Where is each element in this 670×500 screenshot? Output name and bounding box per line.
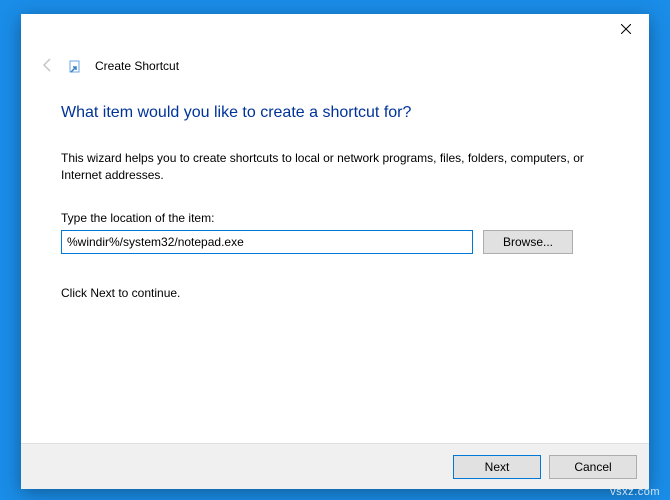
close-button[interactable] — [603, 14, 649, 44]
watermark: vsxz.com — [610, 486, 660, 498]
browse-button[interactable]: Browse... — [483, 230, 573, 254]
close-icon — [621, 24, 631, 34]
back-arrow-icon[interactable] — [39, 56, 57, 77]
breadcrumb: Create Shortcut — [95, 59, 179, 73]
continue-hint: Click Next to continue. — [61, 286, 609, 300]
titlebar — [21, 14, 649, 50]
next-button[interactable]: Next — [453, 455, 541, 479]
header-row: Create Shortcut — [21, 50, 649, 82]
content-area: What item would you like to create a sho… — [21, 82, 649, 443]
location-label: Type the location of the item: — [61, 211, 609, 225]
page-heading: What item would you like to create a sho… — [61, 104, 609, 122]
cancel-button[interactable]: Cancel — [549, 455, 637, 479]
shortcut-wizard-icon — [69, 59, 83, 73]
location-row: Browse... — [61, 230, 609, 254]
dialog-footer: Next Cancel — [21, 443, 649, 489]
description-text: This wizard helps you to create shortcut… — [61, 150, 609, 185]
create-shortcut-dialog: Create Shortcut What item would you like… — [21, 14, 649, 489]
location-input[interactable] — [61, 230, 473, 254]
